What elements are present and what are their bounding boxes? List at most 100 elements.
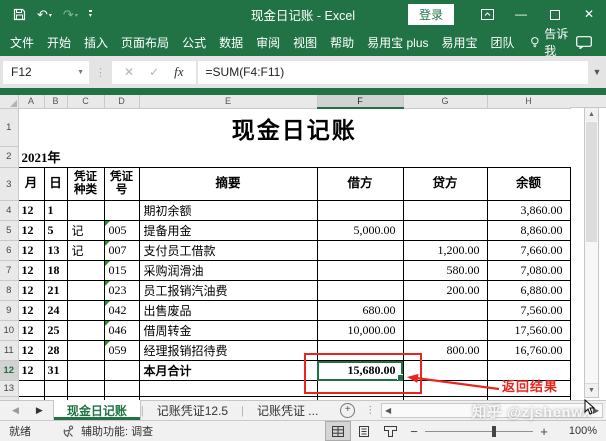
cell-B4[interactable]: 1 <box>44 201 67 221</box>
cell-G8[interactable]: 200.00 <box>403 281 487 301</box>
page-break-preview-button[interactable] <box>377 421 403 441</box>
cell-F9[interactable]: 680.00 <box>317 301 403 321</box>
cell-C8[interactable] <box>67 281 104 301</box>
cell-E7[interactable]: 采购润滑油 <box>139 261 317 281</box>
cell-G6[interactable]: 1,200.00 <box>403 241 487 261</box>
zoom-slider[interactable] <box>425 421 533 441</box>
column-header-A[interactable]: A <box>18 95 44 108</box>
row-header-11[interactable]: 11 <box>0 341 18 361</box>
zoom-in-button[interactable]: + <box>533 424 555 439</box>
name-box[interactable]: F12 ▼ <box>3 61 89 84</box>
insert-function-icon[interactable]: fx <box>174 64 183 80</box>
cancel-icon[interactable]: ✕ <box>124 65 134 79</box>
cell-C10[interactable] <box>67 321 104 341</box>
customize-qat-icon[interactable]: ▾ <box>89 10 92 19</box>
cell-B9[interactable]: 24 <box>44 301 67 321</box>
cell-A11[interactable]: 12 <box>18 341 44 361</box>
ribbon-tab-10[interactable]: 易用宝 <box>442 34 478 51</box>
row-header-5[interactable]: 5 <box>0 221 18 241</box>
cell-E8[interactable]: 员工报销汽油费 <box>139 281 317 301</box>
column-header-B[interactable]: B <box>44 95 67 108</box>
cell-A12[interactable]: 12 <box>18 361 44 381</box>
cell-D12[interactable] <box>104 361 139 381</box>
ribbon-tab-4[interactable]: 公式 <box>182 34 206 51</box>
cell-C11[interactable] <box>67 341 104 361</box>
cell-G4[interactable] <box>403 201 487 221</box>
cell-G13[interactable] <box>403 381 487 397</box>
scroll-up-icon[interactable]: ▲ <box>585 108 598 121</box>
cell-E12[interactable]: 本月合计 <box>139 361 317 381</box>
cell-A13[interactable] <box>18 381 44 397</box>
cell-C13[interactable] <box>67 381 104 397</box>
cell-F5[interactable]: 5,000.00 <box>317 221 403 241</box>
enter-icon[interactable]: ✓ <box>149 65 159 79</box>
cell-F6[interactable] <box>317 241 403 261</box>
row-header-8[interactable]: 8 <box>0 281 18 301</box>
row-header-12[interactable]: 12 <box>0 361 18 381</box>
row-header-10[interactable]: 10 <box>0 321 18 341</box>
row-header-4[interactable]: 4 <box>0 201 18 221</box>
ribbon-tab-0[interactable]: 文件 <box>10 34 34 51</box>
cell-E6[interactable]: 支付员工借款 <box>139 241 317 261</box>
cell-B13[interactable] <box>44 381 67 397</box>
cell-H4[interactable]: 3,860.00 <box>487 201 570 221</box>
cell-B12[interactable]: 31 <box>44 361 67 381</box>
cell-E10[interactable]: 借周转金 <box>139 321 317 341</box>
tell-me[interactable]: 告诉我 <box>530 25 576 59</box>
login-button[interactable]: 登录 <box>408 4 454 25</box>
zoom-out-button[interactable]: − <box>403 424 425 439</box>
row-header-7[interactable]: 7 <box>0 261 18 281</box>
page-layout-view-button[interactable] <box>351 421 377 441</box>
expand-formula-bar-icon[interactable]: ▼ <box>588 67 606 77</box>
column-header-H[interactable]: H <box>487 95 570 108</box>
row-header-13[interactable]: 13 <box>0 381 18 397</box>
zoom-slider-thumb[interactable] <box>492 426 496 437</box>
name-box-dropdown-icon[interactable]: ▼ <box>77 69 89 76</box>
sheet-tab-1[interactable]: 记账凭证12.5 <box>144 401 241 420</box>
ribbon-tab-6[interactable]: 审阅 <box>256 34 280 51</box>
cell-E9[interactable]: 出售废品 <box>139 301 317 321</box>
cell-F11[interactable] <box>317 341 403 361</box>
ribbon-tab-3[interactable]: 页面布局 <box>121 34 169 51</box>
next-sheet-icon[interactable]: ▶ <box>36 406 43 415</box>
horizontal-scrollbar[interactable]: ◀ ▶ <box>381 403 603 418</box>
ribbon-tab-8[interactable]: 帮助 <box>330 34 354 51</box>
column-header-E[interactable]: E <box>139 95 317 108</box>
cell-G5[interactable] <box>403 221 487 241</box>
column-header-C[interactable]: C <box>67 95 104 108</box>
cell-C9[interactable] <box>67 301 104 321</box>
cell-C7[interactable] <box>67 261 104 281</box>
cell-H13[interactable] <box>487 381 570 397</box>
cell-G10[interactable] <box>403 321 487 341</box>
cell-C4[interactable] <box>67 201 104 221</box>
cell-D11[interactable]: 059 <box>104 341 139 361</box>
cell-F8[interactable] <box>317 281 403 301</box>
ribbon-tab-9[interactable]: 易用宝 plus <box>367 34 428 51</box>
save-icon[interactable] <box>13 8 26 21</box>
cell-E11[interactable]: 经理报销招待费 <box>139 341 317 361</box>
cell-D7[interactable]: 015 <box>104 261 139 281</box>
scroll-down-icon[interactable]: ▼ <box>585 383 598 397</box>
cell-C6[interactable]: 记 <box>67 241 104 261</box>
cell-D4[interactable] <box>104 201 139 221</box>
active-cell-F12[interactable]: 15,680.00 <box>317 361 403 381</box>
cell-A6[interactable]: 12 <box>18 241 44 261</box>
ribbon-tab-11[interactable]: 团队 <box>491 34 515 51</box>
select-all-button[interactable] <box>0 95 18 108</box>
row-header-3[interactable]: 3 <box>0 168 18 201</box>
cell-B8[interactable]: 21 <box>44 281 67 301</box>
cell-F13[interactable] <box>317 381 403 397</box>
row-header-1[interactable]: 1 <box>0 108 18 146</box>
cell-H6[interactable]: 7,660.00 <box>487 241 570 261</box>
cell-B10[interactable]: 25 <box>44 321 67 341</box>
cell-G11[interactable]: 800.00 <box>403 341 487 361</box>
scroll-left-icon[interactable]: ◀ <box>385 407 391 415</box>
accessibility-status[interactable]: 辅助功能: 调查 <box>63 423 153 439</box>
cell-F4[interactable] <box>317 201 403 221</box>
ribbon-tab-7[interactable]: 视图 <box>293 34 317 51</box>
cell-C12[interactable] <box>67 361 104 381</box>
cell-H9[interactable]: 7,560.00 <box>487 301 570 321</box>
cell-D6[interactable]: 007 <box>104 241 139 261</box>
ribbon-tab-5[interactable]: 数据 <box>219 34 243 51</box>
cell-F7[interactable] <box>317 261 403 281</box>
